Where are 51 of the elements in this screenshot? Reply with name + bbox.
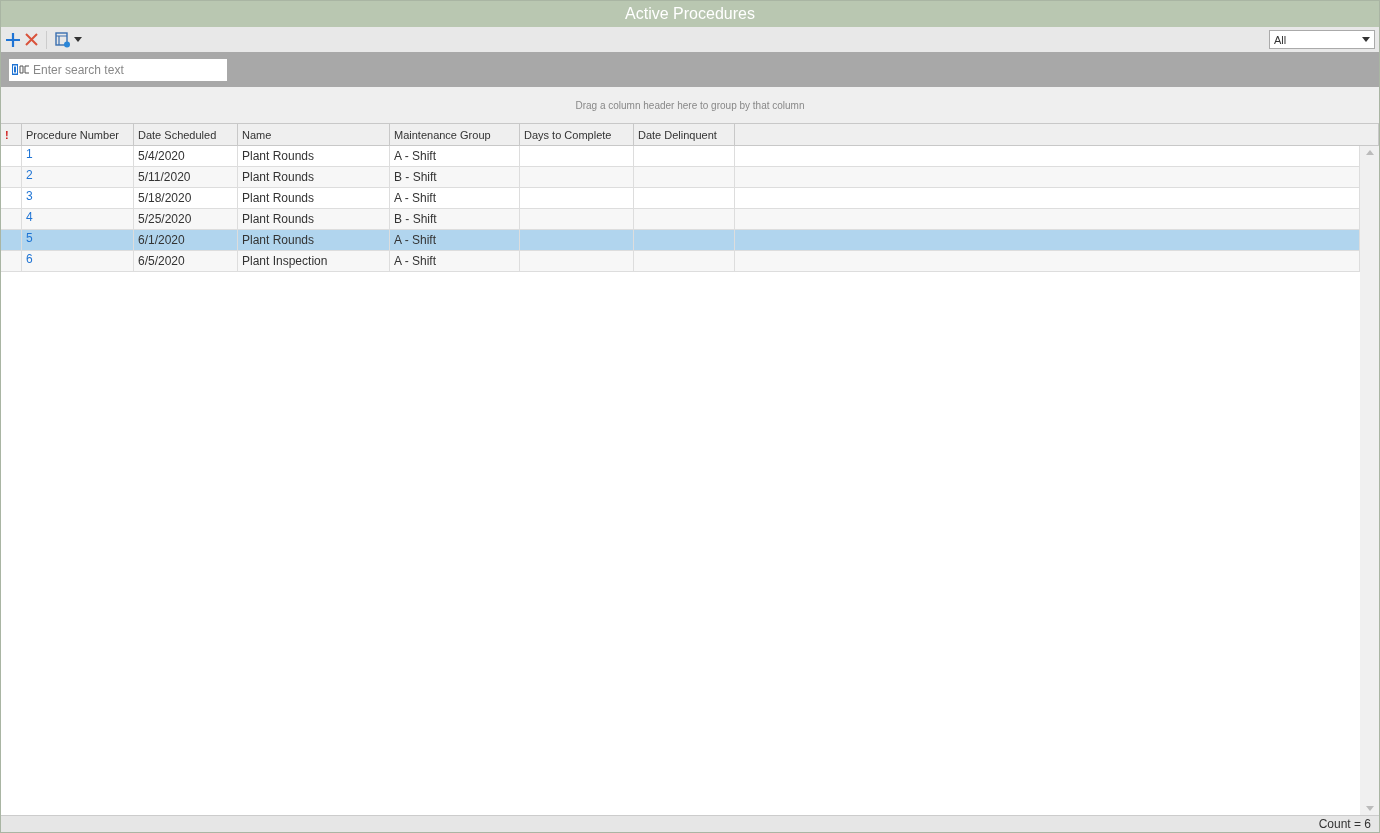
- table-cell: Plant Inspection: [242, 254, 328, 268]
- table-cell: 6/5/2020: [138, 254, 185, 268]
- table-cell: B - Shift: [394, 170, 437, 184]
- window-gear-icon: [55, 31, 71, 48]
- table-row[interactable]: 1 5/4/2020 Plant Rounds A - Shift: [1, 146, 1360, 167]
- table-row[interactable]: 5 6/1/2020 Plant Rounds A - Shift: [1, 230, 1360, 251]
- filter-dropdown[interactable]: All: [1269, 30, 1375, 49]
- caret-icon: [74, 37, 82, 42]
- table-row[interactable]: 3 5/18/2020 Plant Rounds A - Shift: [1, 188, 1360, 209]
- close-icon: [25, 33, 38, 46]
- plus-icon: [5, 31, 21, 48]
- table-cell: Plant Rounds: [242, 149, 315, 163]
- table-cell: 5/11/2020: [138, 170, 191, 184]
- table-cell: Plant Rounds: [242, 191, 315, 205]
- procedure-link[interactable]: 6: [26, 252, 33, 266]
- column-header[interactable]: Date Delinquent: [634, 124, 735, 145]
- priority-header[interactable]: !: [5, 128, 9, 141]
- scrollbar[interactable]: [1360, 146, 1379, 815]
- column-header[interactable]: Procedure Number: [22, 124, 134, 145]
- column-header[interactable]: Maintenance Group: [390, 124, 520, 145]
- procedure-link[interactable]: 4: [26, 210, 33, 224]
- layout-settings-button[interactable]: [55, 29, 82, 50]
- procedure-link[interactable]: 3: [26, 189, 33, 203]
- caret-icon: [1362, 37, 1370, 42]
- table-cell: A - Shift: [394, 191, 437, 205]
- procedure-link[interactable]: 1: [26, 147, 33, 161]
- column-header[interactable]: Date Scheduled: [134, 124, 238, 145]
- table-cell: A - Shift: [394, 233, 437, 247]
- column-header[interactable]: Name: [238, 124, 390, 145]
- procedure-link[interactable]: 2: [26, 168, 33, 182]
- table-cell: 5/18/2020: [138, 191, 192, 205]
- scroll-up-icon: [1365, 150, 1374, 155]
- group-hint: Drag a column header here to group by that column: [575, 99, 805, 111]
- table-cell: A - Shift: [394, 254, 437, 268]
- table-cell: B - Shift: [394, 212, 437, 226]
- window-title: Active Procedures: [1, 1, 1379, 27]
- table-cell: Plant Rounds: [242, 212, 315, 226]
- row-count: Count = 6: [1318, 817, 1371, 831]
- table-row[interactable]: 2 5/11/2020 Plant Rounds B - Shift: [1, 167, 1360, 188]
- scroll-down-icon: [1365, 806, 1374, 811]
- table-cell: 6/1/2020: [138, 233, 185, 247]
- table-cell: Plant Rounds: [242, 233, 315, 247]
- table-row[interactable]: 6 6/5/2020 Plant Inspection A - Shift: [1, 251, 1360, 272]
- table-cell: A - Shift: [394, 149, 437, 163]
- search-field[interactable]: Enter search text: [9, 58, 227, 81]
- table-cell: 5/4/2020: [138, 149, 185, 163]
- table-cell: 5/25/2020: [138, 212, 192, 226]
- text-abc-icon: [12, 63, 30, 75]
- table-cell: Plant Rounds: [242, 170, 315, 184]
- column-header[interactable]: Days to Complete: [520, 124, 634, 145]
- table-row[interactable]: 4 5/25/2020 Plant Rounds B - Shift: [1, 209, 1360, 230]
